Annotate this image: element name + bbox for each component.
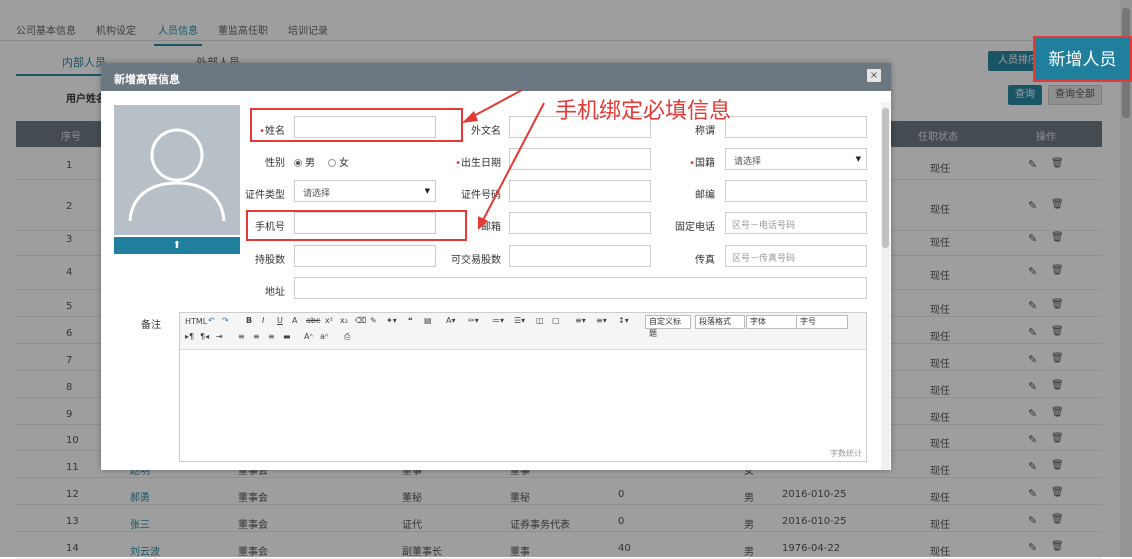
annotation-text: 手机绑定必填信息	[555, 99, 732, 124]
annotation-arrows	[462, 89, 545, 230]
add-staff-button[interactable]: 新增人员	[1033, 36, 1132, 82]
